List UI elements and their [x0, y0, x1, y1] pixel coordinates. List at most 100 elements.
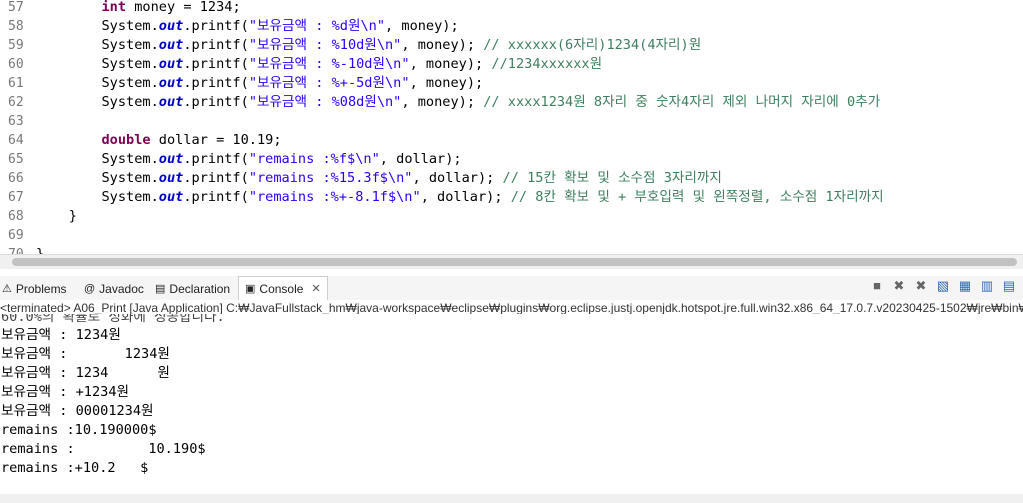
line-number: 60 [8, 57, 24, 72]
tab-problems-label: Problems [15, 282, 67, 296]
pin-console-icon[interactable]: ▤ [1001, 278, 1017, 294]
problems-icon: ⚠ [2, 283, 12, 295]
close-icon[interactable]: ✕ [311, 277, 320, 301]
code-token: .printf( [183, 151, 249, 167]
code-token: "보유금액 : %+-5d원\n" [248, 75, 410, 91]
console-output-line: 보유금액 : 1234 원 [1, 365, 170, 381]
editor-horizontal-scrollbar[interactable] [0, 254, 1023, 269]
line-number: 63 [8, 114, 24, 129]
console-output-line: remains :+10.2 $ [1, 460, 149, 476]
tab-console-label: Console [259, 282, 304, 296]
code-token: "보유금액 : %-10d원\n" [248, 56, 410, 72]
code-token: System. [36, 37, 159, 53]
console-toolbar: ■ ✖ ✖ ▧ ▦ ▥ ▤ [869, 278, 1017, 294]
code-token: , money); [385, 18, 459, 34]
code-token: out [158, 151, 184, 167]
line-number: 68 [8, 209, 24, 224]
tab-declaration-label: Declaration [169, 282, 231, 296]
code-token: out [158, 94, 184, 110]
code-token: out [158, 75, 184, 91]
code-token: System. [36, 189, 159, 205]
code-line[interactable]: 57 int money = 1234; [0, 0, 1023, 17]
code-token: int [101, 0, 127, 15]
code-text: int money = 1234; [36, 0, 241, 17]
code-line[interactable]: 69 [0, 226, 1023, 245]
code-token: // xxxxxx(6자리)1234(4자리)원 [483, 37, 702, 53]
code-token: , money); [409, 75, 484, 91]
code-token: money = 1234; [126, 0, 241, 15]
code-token: .printf( [183, 18, 249, 34]
tab-javadoc-label: Javadoc [99, 282, 144, 296]
code-token: System. [36, 94, 159, 110]
code-token: .printf( [183, 37, 249, 53]
code-line[interactable]: 70} [0, 245, 1023, 254]
code-token: out [158, 18, 184, 34]
code-line[interactable]: 68 } [0, 207, 1023, 226]
tab-problems[interactable]: ⚠ Problems [2, 279, 67, 299]
code-token: , dollar); [420, 189, 511, 205]
word-wrap-icon[interactable]: ▥ [979, 278, 995, 294]
declaration-icon: ▤ [155, 283, 166, 295]
terminate-icon[interactable]: ■ [869, 278, 885, 294]
code-text: System.out.printf("보유금액 : %+-5d원\n", mon… [36, 74, 483, 93]
code-token: .printf( [183, 56, 249, 72]
view-tab-bar: ⚠ Problems @ Javadoc ▤ Declaration ▣ Con… [0, 276, 1023, 301]
remove-launch-icon[interactable]: ✖ [891, 278, 907, 294]
line-number: 65 [8, 152, 24, 167]
code-token: out [158, 189, 184, 205]
tab-console[interactable]: ▣ Console ✕ [238, 276, 328, 301]
code-line[interactable]: 65 System.out.printf("remains :%f$\n", d… [0, 150, 1023, 169]
code-token: } [36, 246, 45, 254]
code-text: System.out.printf("remains :%15.3f$\n", … [36, 169, 721, 188]
code-text: } [36, 207, 77, 226]
line-number: 57 [8, 0, 24, 15]
code-token: double [101, 132, 151, 148]
code-text: double dollar = 10.19; [36, 131, 282, 150]
line-number: 58 [8, 19, 24, 34]
code-line[interactable]: 60 System.out.printf("보유금액 : %-10d원\n", … [0, 55, 1023, 74]
code-line[interactable]: 67 System.out.printf("remains :%+-8.1f$\… [0, 188, 1023, 207]
console-horizontal-scrollbar[interactable] [0, 494, 1023, 503]
scrollbar-thumb[interactable] [12, 258, 1017, 266]
line-number: 66 [8, 171, 24, 186]
code-token: out [158, 37, 184, 53]
line-number: 61 [8, 76, 24, 91]
code-token: // 8칸 확보 및 + 부호입력 및 왼쪽정렬, 소수점 1자리까지 [510, 189, 884, 205]
scroll-lock-icon[interactable]: ▦ [957, 278, 973, 294]
line-number: 64 [8, 133, 24, 148]
code-line[interactable]: 59 System.out.printf("보유금액 : %10d원\n", m… [0, 36, 1023, 55]
code-line[interactable]: 58 System.out.printf("보유금액 : %d원\n", mon… [0, 17, 1023, 36]
code-token: "보유금액 : %10d원\n" [248, 37, 402, 53]
code-editor[interactable]: 57 int money = 1234; 58 System.out.printf… [0, 0, 1023, 254]
code-token: , dollar); [412, 170, 503, 186]
console-output-line: 보유금액 : +1234원 [1, 384, 130, 400]
code-token: System. [36, 56, 159, 72]
code-token: "보유금액 : %08d원\n" [248, 94, 402, 110]
tab-javadoc[interactable]: @ Javadoc [84, 279, 144, 299]
code-token: System. [36, 151, 159, 167]
code-line[interactable]: 64 double dollar = 10.19; [0, 131, 1023, 150]
code-token: "remains :%15.3f$\n" [248, 170, 413, 186]
code-token: dollar = 10.19; [150, 132, 282, 148]
code-line[interactable]: 66 System.out.printf("remains :%15.3f$\n… [0, 169, 1023, 188]
code-line[interactable]: 63 [0, 112, 1023, 131]
code-text: System.out.printf("remains :%f$\n", doll… [36, 150, 461, 169]
code-token: .printf( [183, 189, 249, 205]
code-token: System. [36, 18, 159, 34]
code-token: "보유금액 : %d원\n" [248, 18, 386, 34]
code-token: , money); [401, 94, 484, 110]
line-number: 69 [8, 228, 24, 243]
code-line[interactable]: 61 System.out.printf("보유금액 : %+-5d원\n", … [0, 74, 1023, 93]
remove-all-terminated-icon[interactable]: ✖ [913, 278, 929, 294]
console-output[interactable]: 60.0%의 확률로 성화에 성공합니다. 보유금액 : 1234원 보유금액 :… [0, 314, 1023, 494]
console-output-line: 보유금액 : 00001234원 [1, 403, 154, 419]
code-line[interactable]: 62 System.out.printf("보유금액 : %08d원\n", m… [0, 93, 1023, 112]
console-output-line: 보유금액 : 1234원 [1, 327, 121, 343]
code-token: .printf( [183, 75, 249, 91]
code-token: } [36, 208, 77, 224]
code-token: // xxxx1234원 8자리 중 숫자4자리 제외 나머지 자리에 0추가 [483, 94, 881, 110]
tab-declaration[interactable]: ▤ Declaration [155, 279, 230, 299]
clear-console-icon[interactable]: ▧ [935, 278, 951, 294]
code-token: , money); [409, 56, 492, 72]
